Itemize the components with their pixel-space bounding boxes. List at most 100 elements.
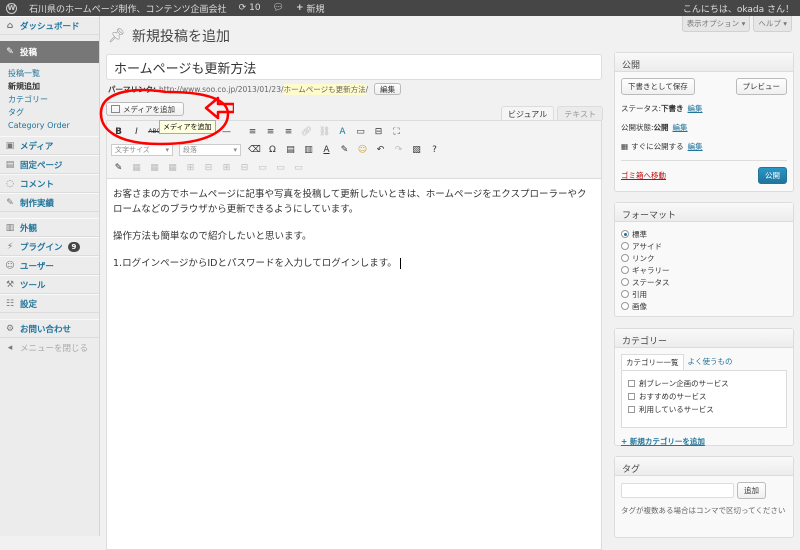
sidebar-item-pages[interactable]: ▤ 固定ページ [0, 155, 99, 174]
align-left-icon[interactable]: ≡ [245, 125, 260, 139]
fullscreen-icon[interactable]: ⛶ [389, 125, 404, 139]
undo-icon[interactable]: ↶ [373, 143, 388, 157]
delete-col-icon[interactable]: ⊟ [237, 161, 252, 175]
post-title-input[interactable] [106, 54, 602, 80]
sidebar-item-posts[interactable]: ✎ 投稿 [0, 41, 99, 63]
site-name-link[interactable]: 石川県のホームページ制作、コンテンツ企画会社 [23, 0, 233, 16]
layer-icon[interactable]: ▭ [291, 161, 306, 175]
format-option[interactable]: 画像 [621, 300, 787, 312]
align-center-icon[interactable]: ≡ [263, 125, 278, 139]
more-tag-icon[interactable]: ▭ [353, 125, 368, 139]
edit-visibility-link[interactable]: 編集 [673, 122, 688, 133]
radio[interactable] [621, 302, 629, 310]
page-break-icon[interactable]: ⊟ [371, 125, 386, 139]
radio[interactable] [621, 290, 629, 298]
help-icon[interactable]: ? [427, 143, 442, 157]
sidebar-item-tools[interactable]: ⚒ ツール [0, 275, 99, 294]
edit-schedule-link[interactable]: 編集 [688, 141, 703, 152]
sidebar-item-plugins[interactable]: ⚡︎ プラグイン 9 [0, 237, 99, 256]
eraser-icon[interactable]: ⌫ [247, 143, 262, 157]
edit-status-link[interactable]: 編集 [688, 103, 703, 114]
text-color-icon[interactable]: A [319, 143, 334, 157]
highlight-color-icon[interactable]: ✎ [337, 143, 352, 157]
sidebar-item-comments[interactable]: ◌ コメント [0, 174, 99, 193]
publish-button[interactable]: 公開 [758, 167, 787, 184]
checkbox[interactable] [628, 406, 635, 413]
category-item[interactable]: 利用しているサービス [628, 403, 780, 416]
edit-permalink-button[interactable]: 編集 [374, 83, 402, 95]
category-item[interactable]: おすすめのサービス [628, 390, 780, 403]
paste-text-icon[interactable]: ▤ [283, 143, 298, 157]
table-cell-icon[interactable]: ▦ [165, 161, 180, 175]
new-tag-input[interactable] [621, 483, 734, 498]
submenu-item-category-order[interactable]: Category Order [8, 119, 99, 132]
sidebar-item-contact[interactable]: ⚙ お問い合わせ [0, 319, 99, 338]
insert-row-icon[interactable]: ⊞ [183, 161, 198, 175]
radio[interactable] [621, 266, 629, 274]
radio[interactable] [621, 278, 629, 286]
unlink-icon[interactable]: ⛓ [317, 125, 332, 139]
category-item[interactable]: 創ブレーン企画のサービス [628, 377, 780, 390]
paste-word-icon[interactable]: ▥ [301, 143, 316, 157]
insert-image-icon[interactable]: ▧ [409, 143, 424, 157]
checkbox[interactable] [628, 380, 635, 387]
font-size-select[interactable]: 文字サイズ ▾ [111, 144, 173, 156]
redo-icon[interactable]: ↷ [391, 143, 406, 157]
merge-cells-icon[interactable]: ▭ [255, 161, 270, 175]
submenu-item-categories[interactable]: カテゴリー [8, 93, 99, 106]
tab-text[interactable]: テキスト [557, 106, 603, 120]
wordpress-logo-menu[interactable]: W [0, 0, 23, 16]
screen-options-button[interactable]: 表示オプション ▾ [681, 16, 751, 32]
account-greeting[interactable]: こんにちは、okada さん！ [677, 0, 800, 16]
link-icon[interactable]: 🔗︎ [299, 125, 314, 139]
insert-col-icon[interactable]: ⊞ [219, 161, 234, 175]
tab-all-categories[interactable]: カテゴリー一覧 [621, 354, 684, 370]
preview-button[interactable]: プレビュー [735, 78, 787, 95]
radio-checked[interactable] [621, 230, 629, 238]
sidebar-item-works[interactable]: ✎ 制作実績 [0, 193, 99, 212]
format-option[interactable]: 標準 [621, 228, 787, 240]
format-option[interactable]: アサイド [621, 240, 787, 252]
split-cells-icon[interactable]: ▭ [273, 161, 288, 175]
permalink-slug[interactable]: ホームページも更新方法 [283, 83, 366, 95]
new-content-link[interactable]: + 新規 [290, 0, 331, 16]
tab-visual[interactable]: ビジュアル [501, 106, 555, 120]
tab-popular-categories[interactable]: よく使うもの [684, 354, 737, 370]
updates-link[interactable]: ⟳ 10 [233, 0, 267, 16]
format-select[interactable]: 段落 ▾ [179, 144, 241, 156]
sidebar-item-settings[interactable]: ☷ 設定 [0, 294, 99, 313]
format-option[interactable]: ギャラリー [621, 264, 787, 276]
italic-icon[interactable]: I [129, 125, 144, 139]
format-option[interactable]: ステータス [621, 276, 787, 288]
add-new-category-link[interactable]: + 新規カテゴリーを追加 [621, 436, 787, 447]
format-option[interactable]: 引用 [621, 288, 787, 300]
horizontal-rule-icon[interactable]: — [219, 125, 234, 139]
save-draft-button[interactable]: 下書きとして保存 [621, 78, 695, 95]
sidebar-item-users[interactable]: ☺ ユーザー [0, 256, 99, 275]
sidebar-item-dashboard[interactable]: ⌂ ダッシュボード [0, 16, 99, 35]
table-icon[interactable]: ▦ [129, 161, 144, 175]
add-media-button[interactable]: メディアを追加 [106, 102, 184, 116]
checkbox[interactable] [628, 393, 635, 400]
submenu-item-all-posts[interactable]: 投稿一覧 [8, 67, 99, 80]
submenu-item-add-new[interactable]: 新規追加 [8, 80, 99, 93]
special-char-icon[interactable]: Ω [265, 143, 280, 157]
table-row-icon[interactable]: ▦ [147, 161, 162, 175]
align-right-icon[interactable]: ≡ [281, 125, 296, 139]
editor-content[interactable]: お客さまの方でホームページに記事や写真を投稿して更新したいときは、ホームページを… [107, 179, 601, 291]
emoticon-icon[interactable]: ☺ [355, 143, 370, 157]
submenu-item-tags[interactable]: タグ [8, 106, 99, 119]
collapse-menu-button[interactable]: ◂ メニューを閉じる [0, 338, 99, 357]
sidebar-item-appearance[interactable]: ▥ 外観 [0, 218, 99, 237]
move-to-trash-link[interactable]: ゴミ箱へ移動 [621, 170, 666, 181]
format-option[interactable]: リンク [621, 252, 787, 264]
radio[interactable] [621, 242, 629, 250]
help-button[interactable]: ヘルプ ▾ [753, 16, 792, 32]
edit-icon[interactable]: ✎ [111, 161, 126, 175]
bold-icon[interactable]: B [111, 125, 126, 139]
sidebar-item-media[interactable]: ▣ メディア [0, 136, 99, 155]
radio[interactable] [621, 254, 629, 262]
spellcheck-icon[interactable]: A [335, 125, 350, 139]
add-tag-button[interactable]: 追加 [737, 482, 766, 499]
comments-link[interactable]: 💬︎ [267, 0, 290, 16]
